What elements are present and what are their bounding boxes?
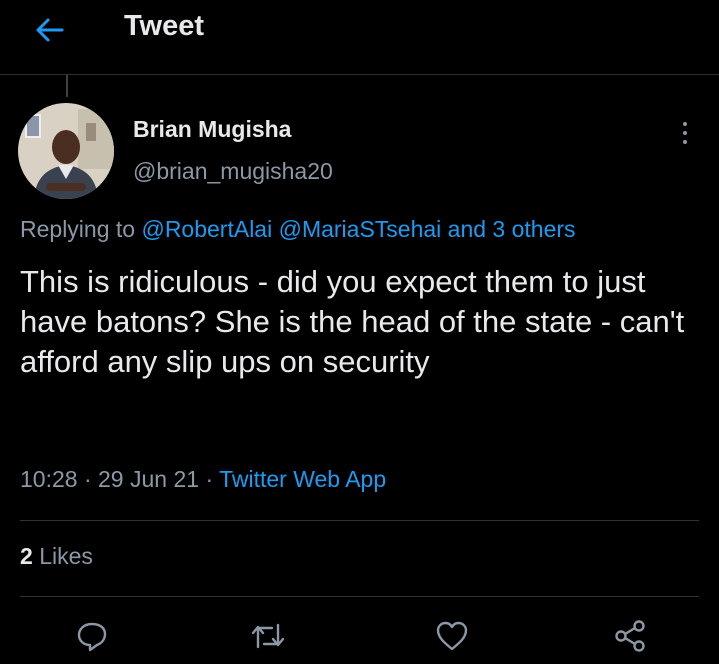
thread-connector <box>66 75 68 97</box>
like-icon <box>436 621 468 651</box>
avatar[interactable] <box>18 103 114 199</box>
reply-icon <box>77 622 107 652</box>
retweet-button[interactable] <box>248 616 288 656</box>
share-icon <box>615 620 645 652</box>
replying-to-line: Replying to @RobertAlai @MariaSTsehai an… <box>20 216 576 243</box>
divider <box>20 596 699 597</box>
tweet-time: 10:28 <box>20 466 78 492</box>
mention-link[interactable]: @RobertAlai <box>141 216 272 242</box>
reply-button[interactable] <box>72 616 112 656</box>
more-options-button[interactable] <box>676 118 694 146</box>
replying-to-prefix: Replying to <box>20 216 136 242</box>
others-link[interactable]: and 3 others <box>448 216 576 242</box>
back-button[interactable] <box>32 12 72 48</box>
arrow-left-icon <box>36 18 64 42</box>
tweet-text: This is ridiculous - did you expect them… <box>20 264 685 379</box>
likes-number: 2 <box>20 543 33 569</box>
divider <box>20 520 699 521</box>
separator: · <box>205 466 214 492</box>
profile-photo <box>18 103 114 199</box>
separator: · <box>83 466 92 492</box>
more-vertical-icon <box>676 118 694 144</box>
likes-label: Likes <box>39 543 93 569</box>
likes-count[interactable]: 2 Likes <box>20 543 93 570</box>
page-title: Tweet <box>124 10 205 42</box>
mention-link[interactable]: @MariaSTsehai <box>279 216 442 242</box>
tweet-metadata: 10:28 · 29 Jun 21 · Twitter Web App <box>20 466 386 493</box>
like-button[interactable] <box>432 616 472 656</box>
share-button[interactable] <box>610 616 650 656</box>
author-name[interactable]: Brian Mugisha <box>133 116 291 143</box>
retweet-icon <box>251 623 285 649</box>
author-handle[interactable]: @brian_mugisha20 <box>133 158 333 185</box>
tweet-date: 29 Jun 21 <box>98 466 200 492</box>
top-bar: Tweet <box>0 0 719 75</box>
source-link[interactable]: Twitter Web App <box>219 466 386 492</box>
